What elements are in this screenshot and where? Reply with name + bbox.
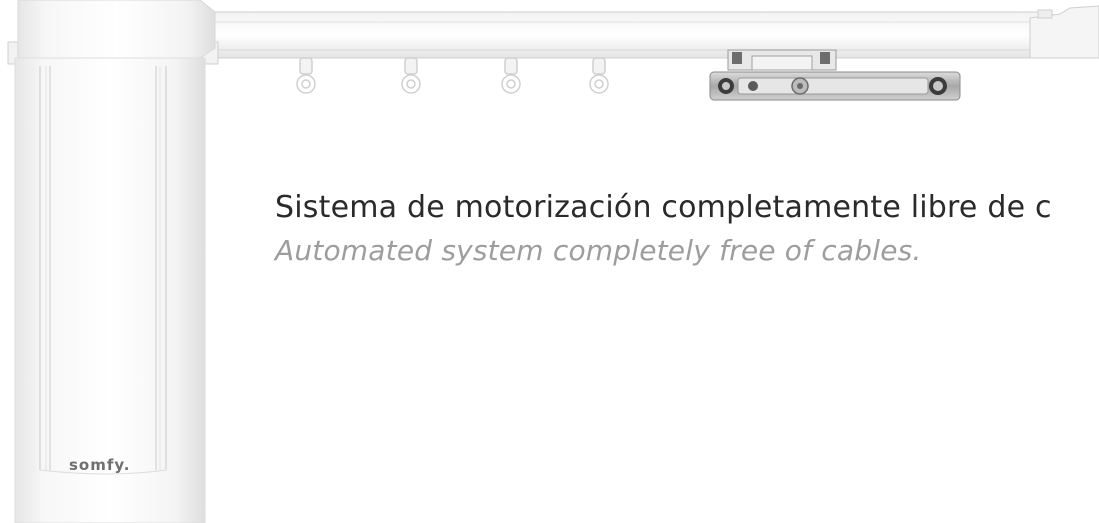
headline-spanish: Sistema de motorización completamente li… bbox=[275, 190, 1052, 225]
curtain-rail bbox=[204, 5, 1099, 59]
subheadline-english: Automated system completely free of cabl… bbox=[275, 234, 922, 267]
motor-body bbox=[14, 57, 206, 523]
curtain-runners bbox=[296, 57, 609, 94]
somfy-logo: somfy. bbox=[69, 456, 131, 474]
motor-head bbox=[7, 0, 219, 65]
